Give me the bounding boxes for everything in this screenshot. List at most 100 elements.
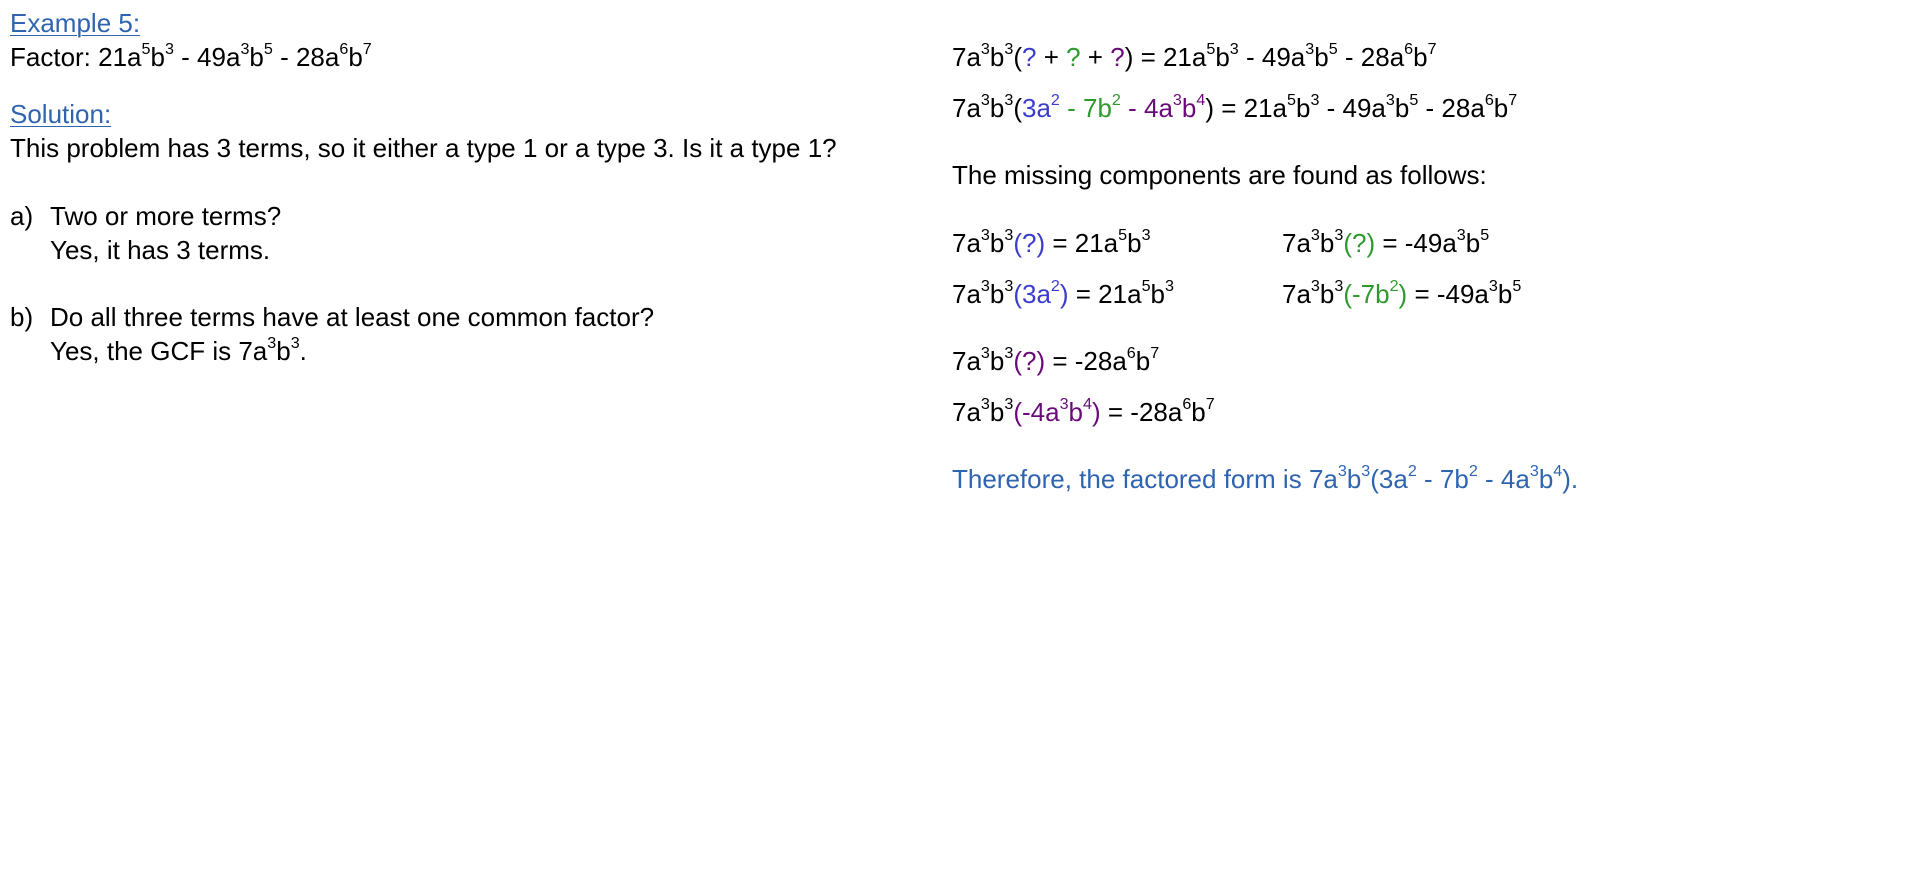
exponent: 7: [1508, 90, 1518, 109]
exponent: 2: [1468, 461, 1478, 480]
exponent: 7: [1427, 39, 1437, 58]
exponent: 3: [1141, 225, 1151, 244]
exponent: 5: [1409, 90, 1419, 109]
factor-problem: Factor: 21a5b3 - 49a3b5 - 28a6b7: [10, 39, 372, 72]
filled-equation: 7a3b3(3a2 - 7b2 - 4a3b4) = 21a5b3 - 49a3…: [952, 90, 1518, 123]
example-heading: Example 5:: [10, 8, 141, 38]
math-term: 7a3b3: [952, 343, 1014, 376]
math-term: = -49a3b5: [1375, 225, 1490, 258]
exponent: 3: [164, 39, 174, 58]
missing-term-2: 7a3b3(?) = -49a3b5: [1282, 225, 1490, 258]
exponent: 5: [1118, 225, 1128, 244]
exponent: 3: [980, 394, 990, 413]
exponent: 3: [1229, 39, 1239, 58]
question-a-text: Two or more terms?: [50, 201, 282, 231]
exponent: 3: [980, 225, 990, 244]
exponent: 7: [1205, 394, 1215, 413]
factored-form: 7a3b3(3a2 - 7b2 - 4a3b4).: [1308, 461, 1579, 494]
exponent: 3: [1165, 276, 1174, 295]
conclusion: Therefore, the factored form is 7a3b3(3a…: [952, 461, 1579, 494]
exponent: 6: [339, 39, 349, 58]
exponent: 5: [1512, 276, 1522, 295]
missing-term-1-answer: 7a3b3(3a2) = 21a5b3: [952, 276, 1174, 309]
exponent: 7: [362, 39, 372, 58]
missing-term-3: 7a3b3(?) = -28a6b7: [952, 343, 1160, 376]
exponent: 3: [1361, 461, 1371, 480]
exponent: 4: [1196, 90, 1206, 109]
exponent: 3: [1305, 39, 1315, 58]
math-term: 7a3b3(: [952, 39, 1022, 72]
exponent: 3: [980, 343, 990, 362]
exponent: 3: [1310, 225, 1320, 244]
math-term: = 21a5b3: [1045, 225, 1151, 258]
exponent: 2: [1407, 461, 1417, 480]
missing-term-3-answer: 7a3b3(-4a3b4) = -28a6b7: [952, 394, 1215, 427]
setup-equation: 7a3b3(? + ? + ?) = 21a5b3 - 49a3b5 - 28a…: [952, 39, 1437, 72]
conclusion-text: Therefore, the factored form is: [952, 464, 1309, 494]
math-term: 7a3b3: [952, 276, 1014, 309]
math-term: 7a3b3: [952, 225, 1014, 258]
exponent: 3: [290, 333, 300, 352]
exponent: 5: [263, 39, 273, 58]
math-term: ?: [1022, 42, 1037, 72]
exponent: 3: [1004, 225, 1014, 244]
math-term: 7a3b3: [952, 394, 1014, 427]
exponent: 3: [1385, 90, 1395, 109]
exponent: 6: [1182, 394, 1192, 413]
math-term: 7a3b3: [1282, 225, 1344, 258]
math-term: - 7b2: [1059, 90, 1121, 123]
exponent: 2: [1111, 90, 1121, 109]
exponent: 3: [1172, 90, 1182, 109]
exponent: 3: [980, 39, 990, 58]
exponent: 3: [1004, 276, 1014, 295]
math-term: ) = 21a5b3 - 49a3b5 - 28a6b7: [1205, 90, 1518, 123]
question-a-answer: Yes, it has 3 terms.: [50, 235, 271, 265]
math-term: ?: [1110, 42, 1125, 72]
exponent: 3: [1004, 343, 1014, 362]
math-term: = -28a6b7: [1045, 343, 1160, 376]
math-term: - 4a3b4: [1120, 90, 1206, 123]
exponent: 3: [1059, 394, 1069, 413]
exponent: 5: [141, 39, 151, 58]
exponent: 3: [1488, 276, 1498, 295]
math-term: +: [1080, 42, 1111, 72]
question-b-answer: Yes, the GCF is 7a3b3.: [50, 333, 307, 366]
math-term: 7a3b3: [1282, 276, 1344, 309]
exponent: 3: [240, 39, 250, 58]
solution-heading: Solution:: [10, 99, 112, 129]
exponent: 3: [1456, 225, 1466, 244]
exponent: 2: [1389, 276, 1399, 295]
gcf-expression: 7a3b3.: [238, 333, 307, 366]
exponent: 2: [1050, 90, 1060, 109]
exponent: 3: [1310, 90, 1320, 109]
question-b: b) Do all three terms have at least one …: [10, 302, 654, 332]
exponent: 7: [1150, 343, 1160, 362]
exponent: 5: [1141, 276, 1151, 295]
math-term: (-7b2): [1343, 276, 1408, 309]
exponent: 3: [980, 276, 990, 295]
math-term: 7a3b3(: [952, 90, 1022, 123]
solution-intro: This problem has 3 terms, so it either a…: [10, 133, 837, 163]
exponent: 3: [1334, 225, 1344, 244]
missing-term-1: 7a3b3(?) = 21a5b3: [952, 225, 1151, 258]
math-term: = -49a3b5: [1407, 276, 1522, 309]
question-a-letter: a): [10, 201, 34, 231]
math-term: ) = 21a5b3 - 49a3b5 - 28a6b7: [1124, 39, 1437, 72]
missing-term-2-answer: 7a3b3(-7b2) = -49a3b5: [1282, 276, 1522, 309]
exponent: 3: [1004, 90, 1014, 109]
exponent: 5: [1287, 90, 1296, 109]
math-term: ?: [1066, 42, 1081, 72]
exponent: 2: [1050, 276, 1060, 295]
polynomial-expression: 21a5b3 - 49a3b5 - 28a6b7: [98, 39, 372, 72]
exponent: 6: [1404, 39, 1414, 58]
exponent: 3: [1310, 276, 1320, 295]
exponent: 3: [980, 90, 990, 109]
question-b-letter: b): [10, 302, 34, 332]
math-term: (?): [1343, 228, 1376, 258]
question-a: a) Two or more terms?: [10, 201, 281, 231]
math-term: 3a2: [1022, 90, 1060, 123]
exponent: 3: [1004, 39, 1014, 58]
exponent: 6: [1126, 343, 1136, 362]
missing-components-intro: The missing components are found as foll…: [952, 160, 1487, 190]
exponent: 6: [1484, 90, 1494, 109]
